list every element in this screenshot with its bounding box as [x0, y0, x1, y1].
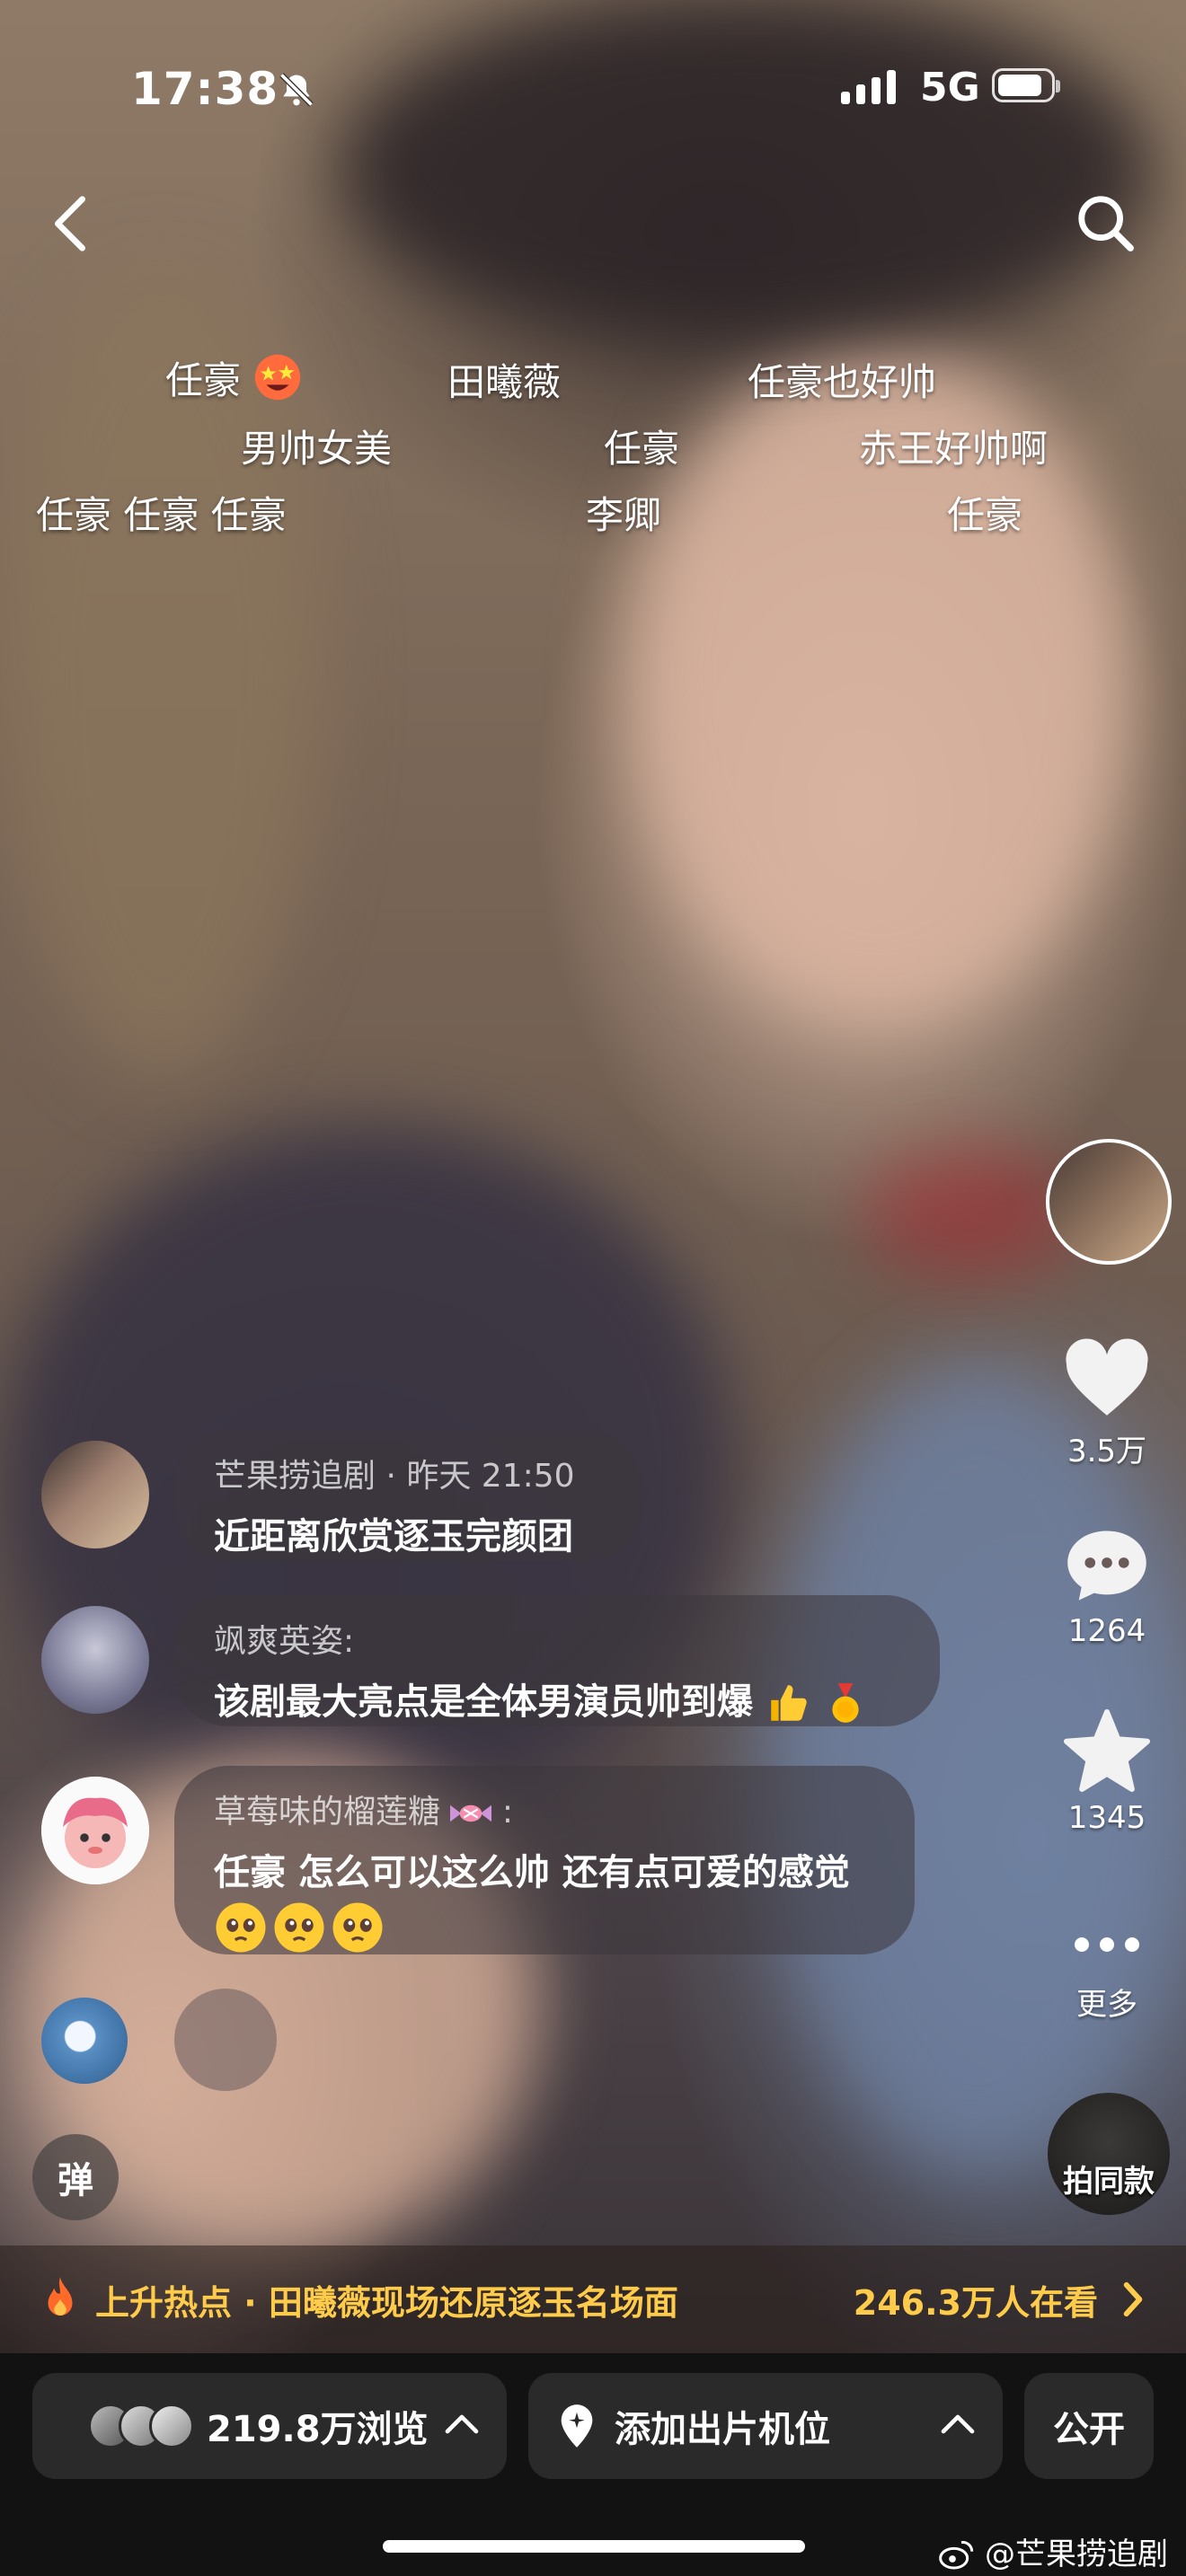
- comment-author: 飒爽英姿:: [214, 1623, 355, 1660]
- battery-icon: [992, 68, 1060, 102]
- hot-topic-viewers: 246.3万人在看: [853, 2282, 1098, 2323]
- comment-text: 任豪 怎么可以这么帅 还有点可爱的感觉: [214, 1852, 850, 1893]
- same-style-button[interactable]: 拍同款: [1048, 2093, 1170, 2215]
- like-button[interactable]: 3.5万: [1040, 1338, 1174, 1470]
- weibo-logo-icon: [939, 2541, 974, 2570]
- views-count: 219.8万浏览: [207, 2409, 429, 2450]
- more-dots-icon: [1040, 1913, 1174, 1976]
- comment-bubble[interactable]: 芒果捞追剧 · 昨天 21:50 近距离欣赏逐玉完颜团: [174, 1430, 640, 1561]
- comment-avatar[interactable]: [41, 1606, 149, 1714]
- star-eyes-emoji-icon: [255, 354, 301, 401]
- fire-icon: [48, 2277, 73, 2316]
- same-style-label: 拍同款: [1063, 2164, 1155, 2200]
- danmaku-item: 任豪: [947, 493, 1023, 537]
- comment-avatar[interactable]: [41, 1441, 149, 1548]
- comment-author: 芒果捞追剧 · 昨天 21:50: [214, 1458, 575, 1495]
- candy-emoji-icon: [450, 1804, 492, 1822]
- comment-icon: [1067, 1531, 1146, 1601]
- network-type: 5G: [920, 65, 980, 110]
- comment-author: 草莓味的榴莲糖 :: [214, 1794, 514, 1831]
- danmaku-item: 男帅女美: [241, 427, 393, 471]
- pleading-face-emoji-icon: [274, 1902, 324, 1953]
- comment-avatar[interactable]: [41, 1777, 149, 1884]
- visibility-button[interactable]: 公开: [1024, 2373, 1154, 2479]
- chevron-right-icon: [1123, 2281, 1143, 2317]
- danmaku-item: 李卿: [586, 493, 662, 537]
- comment-bubble-loading: [174, 1989, 277, 2091]
- pleading-face-emoji-icon: [332, 1902, 383, 1953]
- add-location-label: 添加出片机位: [615, 2409, 830, 2450]
- danmaku-toggle-label: 弹: [58, 2160, 93, 2201]
- comment-bubble[interactable]: 草莓味的榴莲糖 : 任豪 怎么可以这么帅 还有点可爱的感觉: [174, 1766, 915, 1954]
- danmaku-item: 任豪也好帅: [748, 360, 937, 404]
- signal-icon: [841, 68, 896, 104]
- viewer-avatar: [149, 2404, 194, 2448]
- watermark: @芒果捞追剧: [939, 2529, 1168, 2573]
- home-indicator[interactable]: [383, 2540, 805, 2553]
- comment-button[interactable]: 1264: [1040, 1523, 1174, 1649]
- comment-emojis: [214, 1901, 875, 1954]
- more-button[interactable]: 更多: [1040, 1913, 1174, 2024]
- danmaku-item: 任豪: [604, 427, 680, 471]
- thumbs-up-emoji-icon: [771, 1685, 807, 1721]
- danmaku-item: 任豪: [165, 350, 303, 405]
- search-icon[interactable]: [1075, 192, 1137, 255]
- danmaku-item: 任豪 任豪 任豪: [36, 493, 287, 537]
- like-count: 3.5万: [1067, 1434, 1147, 1469]
- hot-topic-text: 上升热点 · 田曦薇现场还原逐玉名场面: [95, 2282, 678, 2323]
- more-label: 更多: [1076, 1987, 1137, 2023]
- visibility-label: 公开: [1053, 2409, 1125, 2450]
- silent-bell-icon: [279, 73, 314, 107]
- watermark-text: @芒果捞追剧: [985, 2536, 1168, 2572]
- star-icon: [1063, 1709, 1151, 1792]
- viewer-avatars: [88, 2404, 194, 2448]
- back-icon[interactable]: [43, 192, 97, 255]
- comment-count: 1264: [1067, 1613, 1146, 1649]
- medal-emoji-icon: [832, 1683, 859, 1723]
- pink-character-avatar-icon: [41, 1777, 149, 1884]
- add-location-button[interactable]: 添加出片机位: [528, 2373, 1003, 2479]
- status-time: 17:38: [131, 63, 279, 115]
- heart-icon: [1066, 1338, 1148, 1416]
- chevron-up-icon: [941, 2414, 975, 2434]
- danmaku-item: 田曦薇: [447, 360, 562, 404]
- author-avatar[interactable]: [1046, 1139, 1172, 1265]
- comment-avatar[interactable]: [41, 1998, 128, 2084]
- danmaku-toggle-button[interactable]: 弹: [32, 2134, 119, 2220]
- danmaku-item: 赤王好帅啊: [859, 427, 1049, 471]
- hot-topic-bar[interactable]: 上升热点 · 田曦薇现场还原逐玉名场面 246.3万人在看: [0, 2245, 1186, 2353]
- favorite-count: 1345: [1067, 1800, 1146, 1836]
- favorite-button[interactable]: 1345: [1040, 1708, 1174, 1836]
- pleading-face-emoji-icon: [216, 1902, 266, 1953]
- comment-text: 近距离欣赏逐玉完颜团: [214, 1516, 573, 1557]
- chevron-up-icon: [445, 2414, 479, 2434]
- views-button[interactable]: 219.8万浏览: [32, 2373, 507, 2479]
- location-pin-icon: [561, 2404, 593, 2448]
- comment-bubble[interactable]: 飒爽英姿: 该剧最大亮点是全体男演员帅到爆: [174, 1595, 940, 1726]
- comment-text: 该剧最大亮点是全体男演员帅到爆: [214, 1672, 900, 1726]
